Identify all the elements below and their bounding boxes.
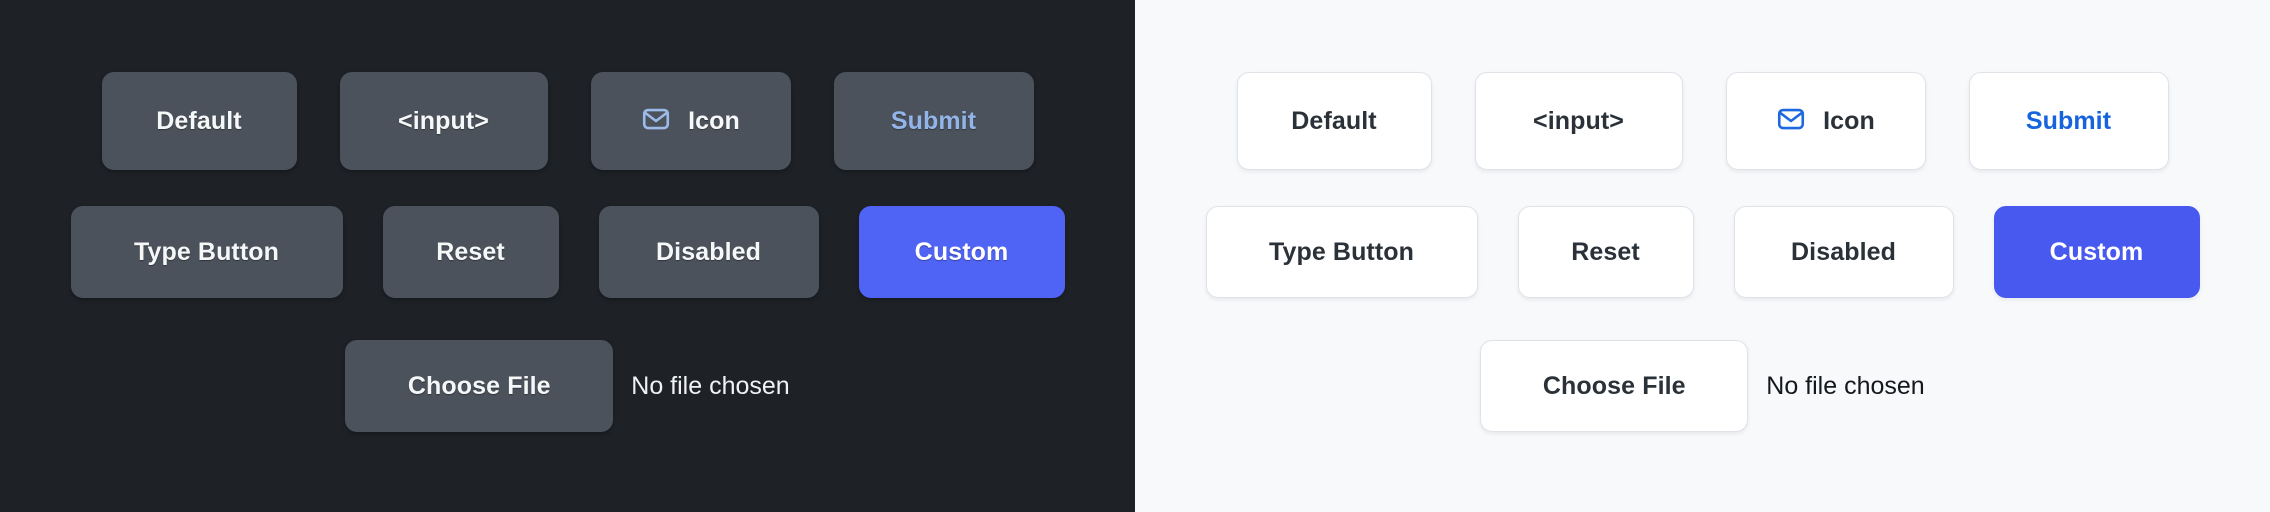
button-row-secondary: Type Button Reset Disabled Custom: [0, 206, 1135, 298]
disabled-button[interactable]: Disabled: [1733, 206, 1954, 298]
button-row-primary: Default <input> Icon Submit: [0, 72, 1135, 170]
type-button[interactable]: Type Button: [1205, 206, 1478, 298]
icon-button-label: Icon: [1823, 106, 1875, 135]
envelope-icon: [641, 104, 671, 139]
file-status-text: No file chosen: [631, 371, 790, 400]
file-input-row: Choose File No file chosen: [1135, 340, 2270, 432]
input-button-label: <input>: [1533, 106, 1624, 135]
default-button-label: Default: [1291, 106, 1377, 135]
choose-file-button-label: Choose File: [407, 371, 551, 400]
choose-file-button[interactable]: Choose File: [345, 340, 614, 432]
dark-theme-panel: Default <input> Icon Submit Type Button …: [0, 0, 1135, 512]
default-button[interactable]: Default: [1236, 72, 1432, 170]
input-button-label: <input>: [398, 106, 489, 135]
submit-button-label: Submit: [890, 106, 977, 135]
file-input[interactable]: Choose File No file chosen: [1480, 340, 1925, 432]
submit-button-label: Submit: [2025, 106, 2112, 135]
disabled-button-label: Disabled: [656, 237, 761, 266]
envelope-icon: [1776, 104, 1806, 139]
custom-button[interactable]: Custom: [858, 206, 1065, 298]
icon-button-label: Icon: [688, 106, 740, 135]
button-row-secondary: Type Button Reset Disabled Custom: [1135, 206, 2270, 298]
input-button[interactable]: <input>: [339, 72, 548, 170]
default-button[interactable]: Default: [101, 72, 297, 170]
submit-button[interactable]: Submit: [1968, 72, 2169, 170]
custom-button-label: Custom: [914, 237, 1009, 266]
disabled-button[interactable]: Disabled: [598, 206, 819, 298]
disabled-button-label: Disabled: [1791, 237, 1896, 266]
reset-button[interactable]: Reset: [1517, 206, 1694, 298]
choose-file-button[interactable]: Choose File: [1480, 340, 1749, 432]
icon-button[interactable]: Icon: [590, 72, 791, 170]
file-input-row: Choose File No file chosen: [0, 340, 1135, 432]
icon-button[interactable]: Icon: [1725, 72, 1926, 170]
custom-button[interactable]: Custom: [1993, 206, 2200, 298]
button-row-primary: Default <input> Icon Submit: [1135, 72, 2270, 170]
choose-file-button-label: Choose File: [1542, 371, 1686, 400]
file-status-text: No file chosen: [1766, 371, 1925, 400]
type-button[interactable]: Type Button: [70, 206, 343, 298]
file-input[interactable]: Choose File No file chosen: [345, 340, 790, 432]
input-button[interactable]: <input>: [1474, 72, 1683, 170]
type-button-label: Type Button: [133, 237, 280, 266]
type-button-label: Type Button: [1268, 237, 1415, 266]
light-theme-panel: Default <input> Icon Submit Type Button …: [1135, 0, 2270, 512]
reset-button-label: Reset: [436, 237, 505, 266]
custom-button-label: Custom: [2049, 237, 2144, 266]
default-button-label: Default: [156, 106, 242, 135]
reset-button-label: Reset: [1571, 237, 1640, 266]
submit-button[interactable]: Submit: [833, 72, 1034, 170]
reset-button[interactable]: Reset: [382, 206, 559, 298]
